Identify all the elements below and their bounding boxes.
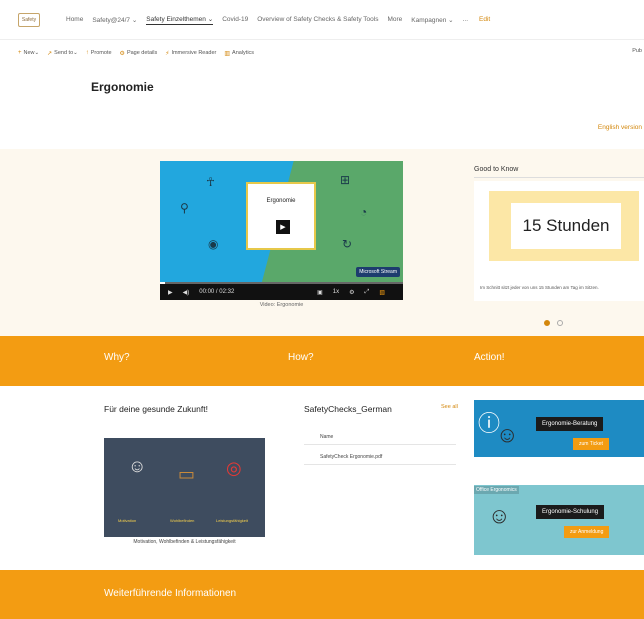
video-title-card: Ergonomie ▶ (246, 182, 316, 250)
video-time: 00:00 / 02:32 (199, 289, 235, 295)
why-how-action-band: Why? How? Action! (0, 336, 644, 386)
gear-icon: ⚙ (119, 50, 125, 57)
publish-button[interactable]: Pub (632, 48, 642, 54)
nav-overflow[interactable]: ... (463, 16, 468, 23)
eye-icon: ◉ (208, 237, 219, 251)
plus-icon: + (18, 50, 22, 56)
register-button[interactable]: zur Anmeldung (564, 526, 610, 538)
captions-icon[interactable]: ▣ (317, 289, 323, 296)
fact-headline: 15 Stunden (511, 203, 621, 249)
why-title: Für deine gesunde Zukunft! (104, 404, 208, 414)
how-title: SafetyChecks_German (304, 404, 392, 414)
ticket-button[interactable]: zum Ticket (573, 438, 609, 450)
clock-icon: ◔ (360, 205, 368, 219)
stream-badge[interactable]: Microsoft Stream (356, 267, 400, 277)
balance-icon: ▭ (178, 464, 196, 484)
command-bar: + New ⌄ ↗ Send to ⌄ ↑ Promote ⚙ Page details… (0, 46, 644, 60)
good-to-know-card[interactable]: 15 Stunden Im Schnitt sitzt jeder von un… (474, 181, 644, 301)
list-item[interactable]: SafetyCheck Ergonomie.pdf (304, 451, 456, 465)
video-controls: ▶ ◀) 00:00 / 02:32 ▣ 1x ⚙ ⤢ ▧ (160, 284, 403, 300)
promote-button[interactable]: ↑ Promote (86, 50, 112, 56)
divider (474, 177, 644, 178)
fact-text: Im Schnitt sitzt jeder von uns 15 Stunde… (480, 285, 599, 290)
action-heading: Action! (474, 352, 505, 363)
nav-home[interactable]: Home (66, 16, 83, 23)
carousel-dot-1[interactable] (544, 320, 550, 326)
immersive-reader-button[interactable]: ⚡ Immersive Reader (165, 50, 216, 57)
speed-icon[interactable]: 1x (333, 289, 339, 295)
label-motivation: Motivation (118, 518, 137, 523)
nav-safety-247[interactable]: Safety@24/7 ⌄ (92, 16, 137, 24)
person-icon: ☺ (488, 503, 511, 528)
why-heading: Why? (104, 352, 130, 363)
nav-overview-safety-checks[interactable]: Overview of Safety Checks & Safety Tools (257, 16, 378, 23)
label-leistung: Leistungsfähigkeit (216, 518, 249, 523)
target-icon: ◎ (226, 458, 242, 478)
nav-safety-einzelthemen[interactable]: Safety Einzelthemen ⌄ (146, 15, 214, 25)
settings-icon[interactable]: ⚙ (349, 289, 354, 296)
lamp-icon: ⚲ (180, 201, 189, 215)
cycle-icon: ↻ (342, 237, 353, 251)
tile-title: Ergonomie-Schulung (536, 505, 605, 519)
more-info-heading: Weiterführende Informationen (104, 588, 237, 599)
tile-title: Ergonomie-Beratung (536, 417, 604, 431)
analytics-icon: ▥ (224, 50, 231, 57)
list-header: Name (304, 431, 456, 445)
nav-kampagnen[interactable]: Kampagnen ⌄ (411, 16, 453, 24)
person-icon: ☥ (206, 175, 215, 189)
how-heading: How? (288, 352, 314, 363)
analytics-button[interactable]: ▥ Analytics (224, 50, 254, 57)
person-figure-icon: ☺ (128, 456, 147, 476)
page-title: Ergonomie (91, 80, 154, 94)
see-all-link[interactable]: See all (441, 404, 458, 410)
more-info-band: Weiterführende Informationen (0, 570, 644, 619)
volume-icon[interactable]: ◀) (183, 289, 190, 296)
good-to-know-title: Good to Know (474, 166, 519, 173)
label-wohlbefinden: Wohlbefinden (170, 518, 195, 523)
play-control-icon[interactable]: ▶ (168, 289, 173, 296)
send-to-button[interactable]: ↗ Send to ⌄ (47, 50, 78, 57)
fact-box: 15 Stunden (489, 191, 639, 261)
desk-icon: ⊞ (340, 173, 351, 187)
nav-more[interactable]: More (387, 16, 402, 23)
play-icon[interactable]: ▶ (276, 220, 290, 234)
new-button[interactable]: + New ⌄ (18, 50, 39, 56)
beratung-tile[interactable]: ⓘ ☺ Ergonomie-Beratung zum Ticket (474, 400, 644, 457)
language-link[interactable]: English version (598, 124, 642, 131)
page-details-button[interactable]: ⚙ Page details (120, 50, 158, 57)
stream-logo-icon[interactable]: ▧ (379, 289, 385, 296)
nav-edit-link[interactable]: Edit (479, 16, 490, 23)
promote-icon: ↑ (85, 50, 89, 56)
fullscreen-icon[interactable]: ⤢ (365, 289, 370, 296)
video-card-title: Ergonomie (266, 198, 296, 204)
nav-covid-19[interactable]: Covid-19 (222, 16, 248, 23)
person-icon: ☺ (496, 422, 519, 447)
top-navigation: Safety Home Safety@24/7 ⌄ Safety Einzelt… (0, 0, 644, 40)
video-caption: Video: Ergonomie (259, 302, 304, 308)
video-player[interactable]: ☥ ⚲ ◉ ⊞ ◔ ↻ Ergonomie ▶ Microsoft Stream… (160, 161, 403, 300)
motivation-illustration: ☺ ▭ ◎ Motivation Wohlbefinden Leistungsf… (104, 438, 265, 537)
reader-icon: ⚡ (165, 50, 170, 57)
site-logo[interactable]: Safety (18, 12, 40, 27)
send-icon: ↗ (47, 50, 53, 57)
tile-tag: Office Ergonomics (474, 486, 519, 494)
carousel-dot-2[interactable] (557, 320, 563, 326)
illustration-caption: Motivation, Wohlbefinden & Leistungsfähi… (133, 539, 236, 545)
schulung-tile[interactable]: Office Ergonomics ☺ Ergonomie-Schulung z… (474, 485, 644, 555)
carousel-dots (544, 320, 563, 326)
